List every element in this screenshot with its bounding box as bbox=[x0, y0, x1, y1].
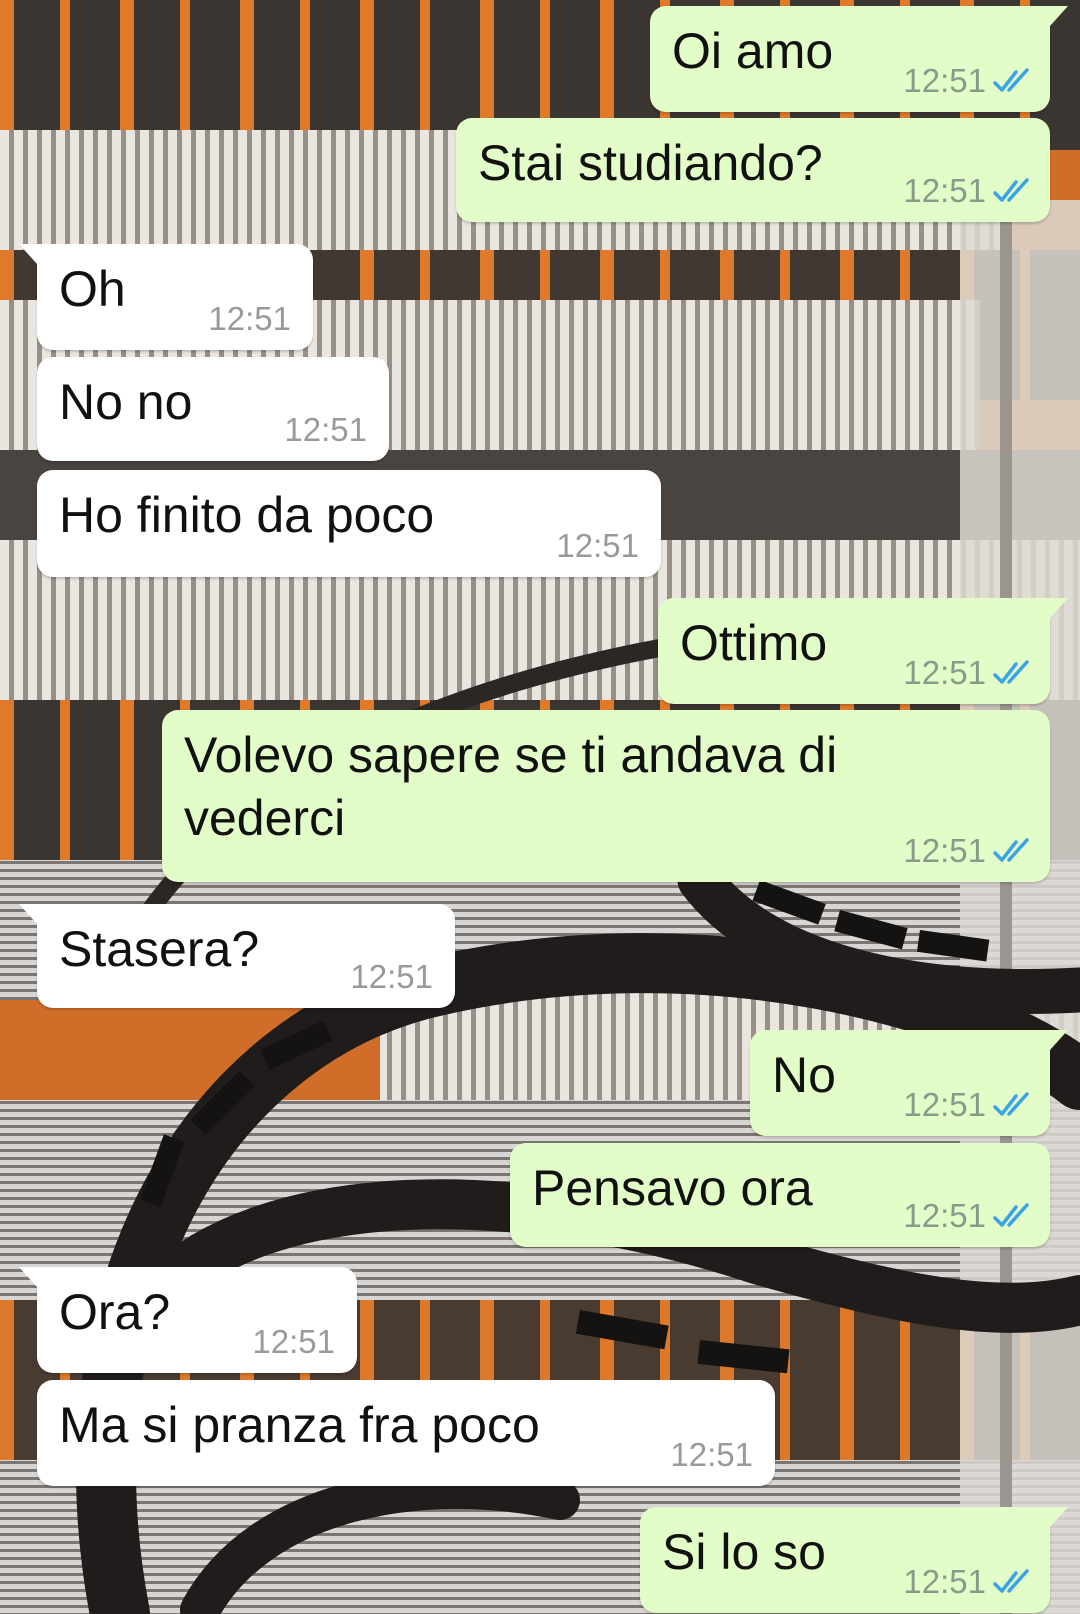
message-meta: 12:51 bbox=[556, 527, 639, 565]
message-bubble-outgoing[interactable]: No 12:51 bbox=[750, 1030, 1068, 1136]
message-meta: 12:51 bbox=[903, 1197, 1032, 1235]
double-check-read-icon bbox=[993, 1569, 1029, 1593]
message-time: 12:51 bbox=[903, 62, 986, 99]
double-check-read-icon bbox=[993, 178, 1029, 202]
message-bubble-outgoing[interactable]: Stai studiando? 12:51 bbox=[456, 118, 1050, 222]
conversation[interactable]: Oi amo 12:51 Stai studiando? 12:51 Oh 12… bbox=[0, 0, 1080, 1614]
message-time: 12:51 bbox=[208, 300, 291, 337]
message-time: 12:51 bbox=[284, 411, 367, 448]
message-time: 12:51 bbox=[252, 1323, 335, 1360]
message-bubble-outgoing[interactable]: Volevo sapere se ti andava di vederci 12… bbox=[162, 710, 1050, 882]
message-meta: 12:51 bbox=[903, 1086, 1032, 1124]
message-bubble-outgoing[interactable]: Oi amo 12:51 bbox=[650, 6, 1068, 112]
double-check-read-icon bbox=[993, 1203, 1029, 1227]
message-text: Ho finito da poco bbox=[59, 487, 435, 543]
message-time: 12:51 bbox=[350, 958, 433, 995]
message-meta: 12:51 bbox=[208, 300, 291, 338]
message-time: 12:51 bbox=[903, 832, 986, 869]
message-time: 12:51 bbox=[556, 527, 639, 564]
message-meta: 12:51 bbox=[903, 654, 1032, 692]
message-meta: 12:51 bbox=[903, 832, 1032, 870]
message-meta: 12:51 bbox=[284, 411, 367, 449]
message-time: 12:51 bbox=[903, 172, 986, 209]
double-check-read-icon bbox=[993, 838, 1029, 862]
double-check-read-icon bbox=[993, 660, 1029, 684]
message-time: 12:51 bbox=[670, 1436, 753, 1473]
message-meta: 12:51 bbox=[252, 1323, 335, 1361]
message-time: 12:51 bbox=[903, 654, 986, 691]
message-bubble-outgoing[interactable]: Si lo so 12:51 bbox=[640, 1507, 1068, 1613]
message-bubble-incoming[interactable]: Oh 12:51 bbox=[19, 244, 313, 350]
message-text: Volevo sapere se ti andava di vederci bbox=[184, 727, 838, 846]
message-meta: 12:51 bbox=[350, 958, 433, 996]
message-meta: 12:51 bbox=[903, 1563, 1032, 1601]
message-bubble-outgoing[interactable]: Pensavo ora 12:51 bbox=[510, 1143, 1050, 1247]
message-bubble-incoming[interactable]: Ho finito da poco 12:51 bbox=[37, 470, 661, 577]
message-time: 12:51 bbox=[903, 1197, 986, 1234]
message-meta: 12:51 bbox=[670, 1436, 753, 1474]
message-bubble-incoming[interactable]: Ora? 12:51 bbox=[19, 1267, 357, 1373]
message-bubble-incoming[interactable]: Stasera? 12:51 bbox=[19, 904, 455, 1008]
message-bubble-outgoing[interactable]: Ottimo 12:51 bbox=[658, 598, 1068, 704]
message-meta: 12:51 bbox=[903, 62, 1032, 100]
message-meta: 12:51 bbox=[903, 172, 1032, 210]
message-time: 12:51 bbox=[903, 1563, 986, 1600]
double-check-read-icon bbox=[993, 1092, 1029, 1116]
message-bubble-incoming[interactable]: Ma si pranza fra poco 12:51 bbox=[37, 1380, 775, 1486]
message-text: Ma si pranza fra poco bbox=[59, 1397, 540, 1453]
double-check-read-icon bbox=[993, 68, 1029, 92]
message-bubble-incoming[interactable]: No no 12:51 bbox=[37, 357, 389, 461]
message-time: 12:51 bbox=[903, 1086, 986, 1123]
